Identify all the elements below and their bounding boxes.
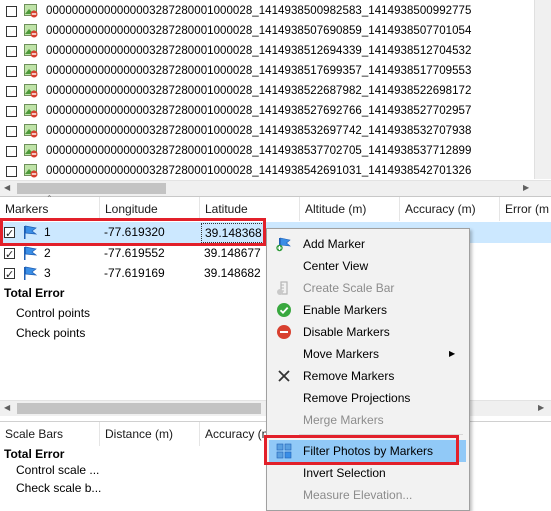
photos-vertical-scrollbar[interactable]: [534, 0, 551, 179]
disable-icon: [277, 325, 291, 339]
menu-item-create-scale-bar: Create Scale Bar: [269, 277, 466, 299]
check-scale-label: Check scale b...: [16, 481, 102, 495]
col-header-altitude[interactable]: Altitude (m): [300, 197, 400, 221]
menu-item-label: Disable Markers: [303, 325, 390, 339]
menu-item-enable-markers[interactable]: Enable Markers: [269, 299, 466, 321]
marker-checkbox[interactable]: [4, 265, 15, 286]
col-header-scale-bars[interactable]: Scale Bars: [0, 422, 100, 446]
col-header-distance[interactable]: Distance (m): [100, 422, 200, 446]
menu-item-measure-elevation: Measure Elevation...: [269, 484, 466, 506]
menu-item-label: Add Marker: [303, 237, 366, 251]
marker-checkbox[interactable]: [4, 245, 15, 266]
scroll-right-arrow-icon[interactable]: ▶: [523, 183, 529, 192]
menu-item-disable-markers[interactable]: Disable Markers: [269, 321, 466, 343]
sort-arrow-icon: ⌃: [46, 194, 53, 203]
menu-item-center-view[interactable]: Center View: [269, 255, 466, 277]
marker-flag-icon: [24, 266, 37, 280]
photo-label: 00000000000000003287280001000028_1414938…: [46, 65, 472, 77]
photo-disabled-icon: [24, 124, 38, 138]
photo-list-item[interactable]: 00000000000000003287280001000028_1414938…: [0, 2, 548, 22]
menu-item-label: Invert Selection: [303, 466, 386, 480]
control-points-label: Control points: [16, 306, 91, 320]
photo-disabled-icon: [24, 104, 38, 118]
menu-item-label: Center View: [303, 259, 369, 273]
photo-checkbox[interactable]: [6, 86, 17, 97]
photo-disabled-icon: [24, 24, 38, 38]
photo-list-item[interactable]: 00000000000000003287280001000028_1414938…: [0, 122, 548, 142]
scroll-left-arrow-icon[interactable]: ◀: [4, 403, 10, 412]
photo-list-item[interactable]: 00000000000000003287280001000028_1414938…: [0, 22, 548, 42]
photo-label: 00000000000000003287280001000028_1414938…: [46, 85, 472, 97]
check-points-label: Check points: [16, 326, 86, 340]
menu-item-label: Remove Projections: [303, 391, 411, 405]
photo-disabled-icon: [24, 164, 38, 178]
menu-item-label: Move Markers: [303, 347, 380, 361]
marker-latitude: 39.148682: [204, 266, 261, 280]
menu-item-label: Remove Markers: [303, 369, 395, 383]
photo-checkbox[interactable]: [6, 26, 17, 37]
col-header-accuracy[interactable]: Accuracy (m): [400, 197, 500, 221]
photo-checkbox[interactable]: [6, 6, 17, 17]
menu-item-add-marker[interactable]: Add Marker: [269, 233, 466, 255]
photos-pane: 00000000000000003287280001000028_1414938…: [0, 0, 551, 197]
scroll-right-arrow-icon[interactable]: ▶: [538, 403, 544, 412]
photo-disabled-icon: [24, 144, 38, 158]
marker-name: 3: [44, 266, 51, 280]
submenu-arrow-icon: ▶: [449, 349, 456, 358]
photo-label: 00000000000000003287280001000028_1414938…: [46, 105, 472, 117]
photo-checkbox[interactable]: [6, 146, 17, 157]
photo-disabled-icon: [24, 64, 38, 78]
scale-bar-icon: [277, 281, 288, 295]
photo-checkbox[interactable]: [6, 126, 17, 137]
control-scale-label: Control scale ...: [16, 463, 100, 477]
menu-item-label: Measure Elevation...: [303, 488, 413, 502]
menu-item-label: Enable Markers: [303, 303, 388, 317]
photo-list-item[interactable]: 00000000000000003287280001000028_1414938…: [0, 42, 548, 62]
scroll-thumb[interactable]: [17, 183, 166, 194]
photo-label: 00000000000000003287280001000028_1414938…: [46, 25, 472, 37]
photo-checkbox[interactable]: [6, 166, 17, 177]
menu-item-merge-markers: Merge Markers: [269, 409, 466, 431]
photo-list-item[interactable]: 00000000000000003287280001000028_1414938…: [0, 142, 548, 162]
enable-icon: [277, 303, 291, 317]
menu-item-remove-markers[interactable]: Remove Markers: [269, 365, 466, 387]
photo-list-item[interactable]: 00000000000000003287280001000028_1414938…: [0, 162, 548, 182]
marker-longitude: -77.619552: [104, 246, 165, 260]
col-header-scale-accuracy[interactable]: Accuracy (m: [200, 422, 270, 446]
photo-label: 00000000000000003287280001000028_1414938…: [46, 165, 472, 177]
scroll-left-arrow-icon[interactable]: ◀: [4, 183, 10, 192]
menu-item-remove-projections[interactable]: Remove Projections: [269, 387, 466, 409]
marker-longitude: -77.619169: [104, 266, 165, 280]
scroll-thumb[interactable]: [17, 403, 261, 414]
remove-icon: [278, 370, 290, 382]
photo-list-item[interactable]: 00000000000000003287280001000028_1414938…: [0, 82, 548, 102]
photo-label: 00000000000000003287280001000028_1414938…: [46, 145, 472, 157]
col-header-error[interactable]: Error (m: [500, 197, 551, 221]
menu-item-label: Merge Markers: [303, 413, 384, 427]
photo-label: 00000000000000003287280001000028_1414938…: [46, 125, 472, 137]
photo-checkbox[interactable]: [6, 46, 17, 57]
context-menu: Add Marker Center View Create Scale Bar …: [266, 228, 470, 511]
scale-total-error-label: Total Error: [4, 447, 65, 461]
photo-list-item[interactable]: 00000000000000003287280001000028_1414938…: [0, 62, 548, 82]
photo-checkbox[interactable]: [6, 106, 17, 117]
photo-disabled-icon: [24, 84, 38, 98]
photo-disabled-icon: [24, 44, 38, 58]
photo-label: 00000000000000003287280001000028_1414938…: [46, 45, 472, 57]
photo-disabled-icon: [24, 4, 38, 18]
menu-item-label: Create Scale Bar: [303, 281, 395, 295]
photo-checkbox[interactable]: [6, 66, 17, 77]
total-error-label: Total Error: [4, 286, 65, 300]
photos-horizontal-scrollbar[interactable]: ◀ ▶: [0, 180, 551, 196]
photo-label: 00000000000000003287280001000028_1414938…: [46, 5, 472, 17]
marker-name: 2: [44, 246, 51, 260]
marker-latitude: 39.148677: [204, 246, 261, 260]
marker-flag-icon: [24, 246, 37, 260]
photo-list-item[interactable]: 00000000000000003287280001000028_1414938…: [0, 102, 548, 122]
menu-item-move-markers[interactable]: Move Markers ▶: [269, 343, 466, 365]
highlight-box-filter-photos: [264, 435, 459, 465]
add-marker-icon: [276, 237, 291, 252]
highlight-box-marker-row: [0, 218, 266, 246]
menu-item-invert-selection[interactable]: Invert Selection: [269, 462, 466, 484]
